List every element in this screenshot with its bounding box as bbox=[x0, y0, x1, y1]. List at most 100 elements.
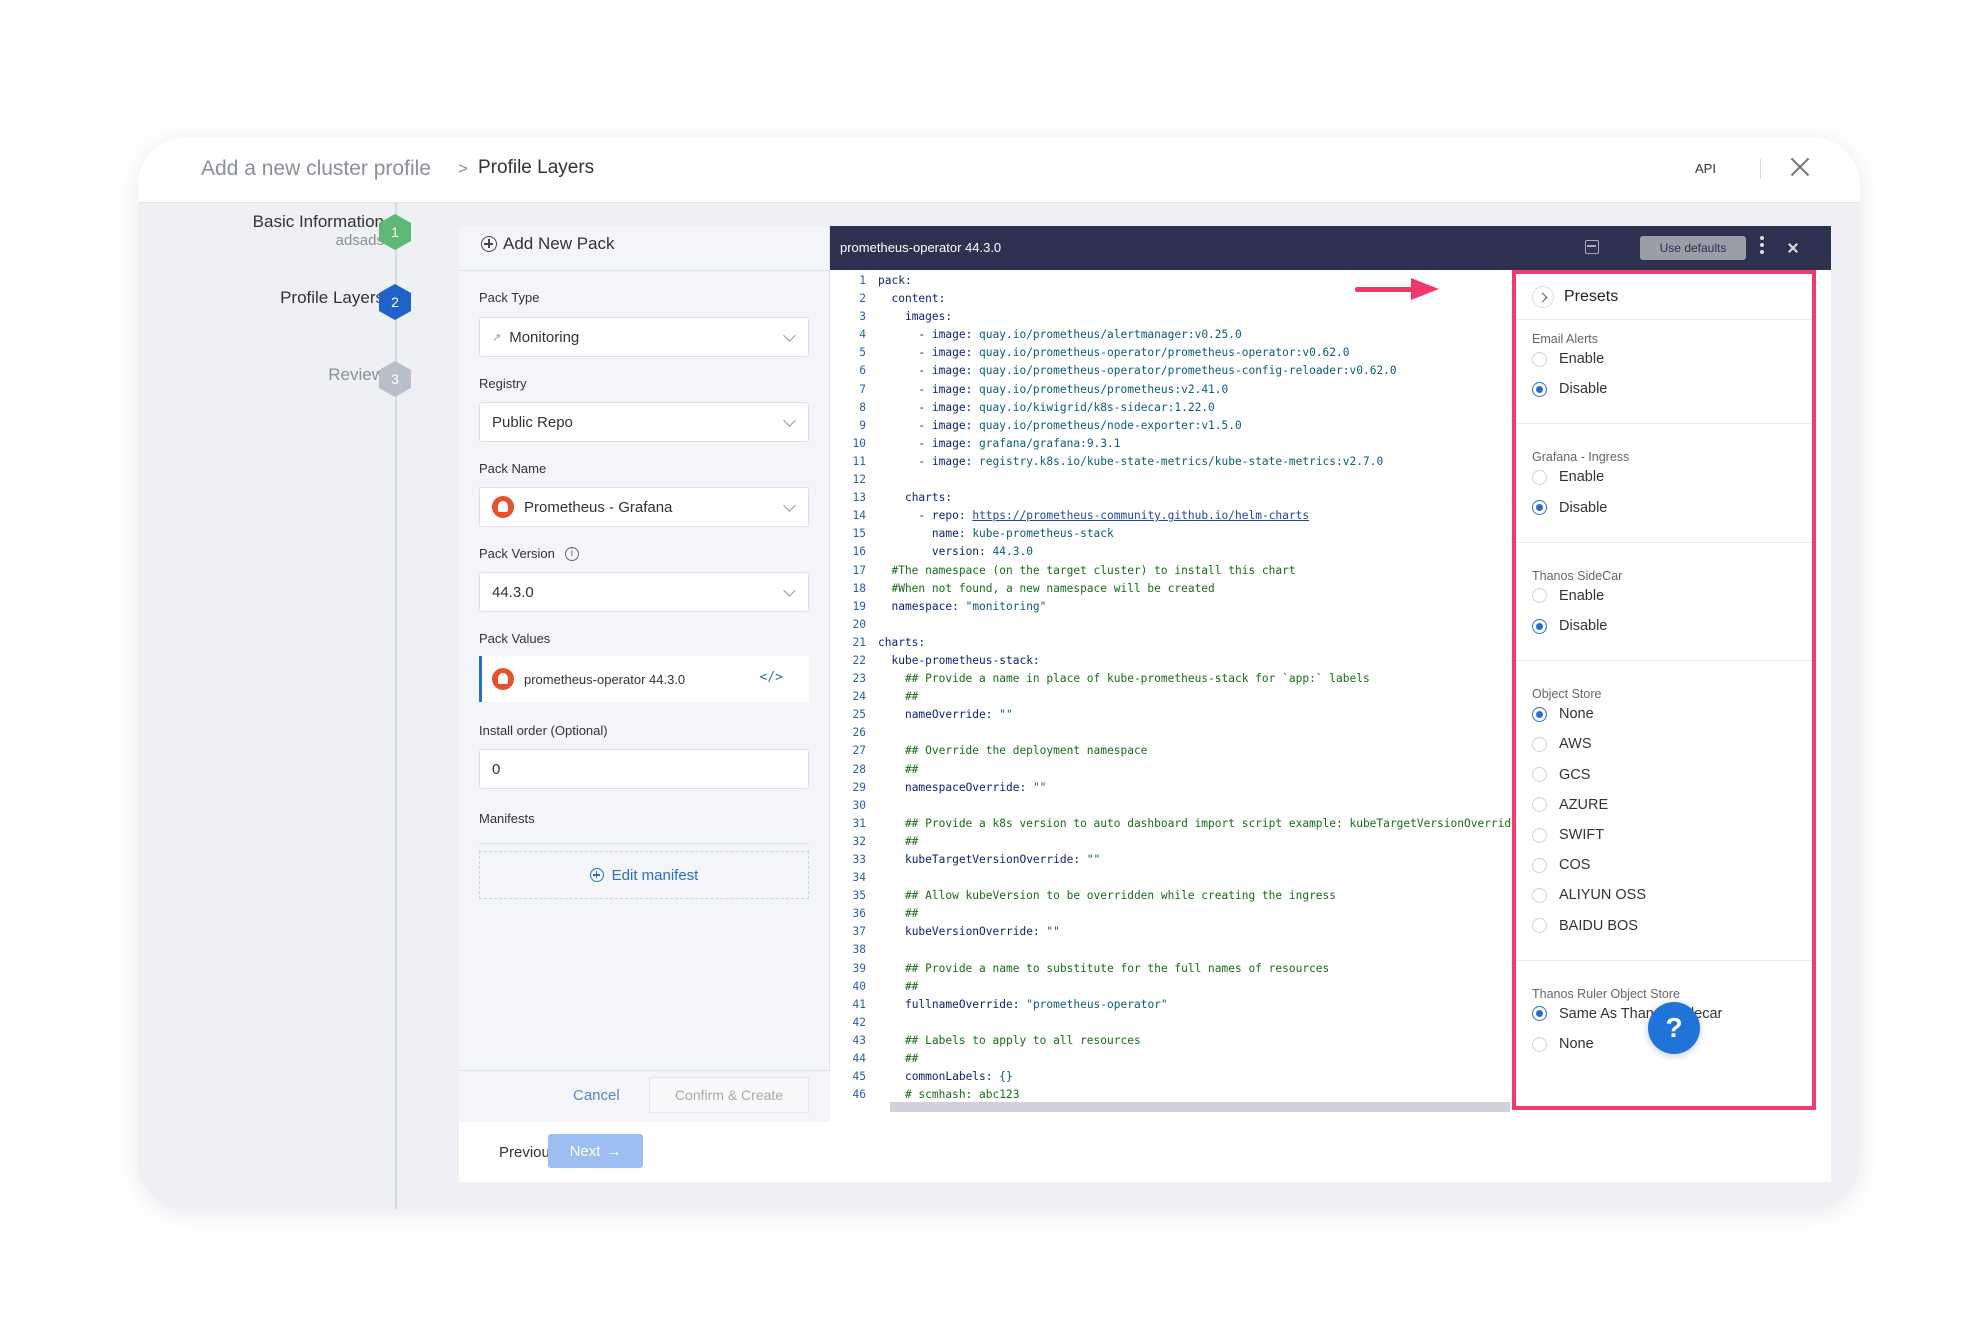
line-number: 38 bbox=[852, 943, 866, 957]
install-order-input[interactable]: 0 bbox=[479, 749, 809, 789]
line-content bbox=[866, 471, 878, 489]
step-label-review[interactable]: Review bbox=[328, 365, 384, 385]
preset-option[interactable]: None bbox=[1532, 706, 1594, 722]
preset-option[interactable]: ALIYUN OSS bbox=[1532, 887, 1646, 903]
line-number: 21 bbox=[852, 635, 866, 649]
presets-panel: Presets Email Alerts Enable Disable Grafana… bbox=[1512, 270, 1816, 1110]
step-label-profile-layers[interactable]: Profile Layers bbox=[280, 288, 384, 308]
radio-button[interactable] bbox=[1532, 736, 1547, 752]
preset-option[interactable]: AWS bbox=[1532, 736, 1592, 752]
line-number: 35 bbox=[852, 889, 866, 903]
radio-button[interactable] bbox=[1532, 351, 1547, 367]
editor-toolbar: prometheus-operator 44.3.0 Use defaults bbox=[830, 226, 1831, 270]
radio-button[interactable] bbox=[1532, 588, 1547, 604]
add-pack-form: Add New Pack Pack Type ↗ Monitoring Regi… bbox=[459, 226, 830, 1122]
pack-version-value: 44.3.0 bbox=[492, 583, 534, 601]
radio-button[interactable] bbox=[1532, 887, 1547, 903]
api-button[interactable]: API bbox=[1695, 161, 1716, 176]
preset-option[interactable]: GCS bbox=[1532, 767, 1590, 783]
wizard-card: Add a new cluster profile > Profile Laye… bbox=[138, 137, 1860, 1209]
preset-option[interactable]: Disable bbox=[1532, 618, 1607, 634]
code-line: 6 - image: quay.io/prometheus-operator/p… bbox=[830, 362, 1512, 380]
code-line: 19 namespace: "monitoring" bbox=[830, 598, 1512, 616]
line-content: - image: quay.io/prometheus/prometheus:v… bbox=[878, 382, 1229, 396]
preset-option-label: None bbox=[1559, 1036, 1594, 1052]
info-icon[interactable]: i bbox=[564, 546, 579, 561]
code-line: 32 ## bbox=[830, 833, 1512, 851]
close-icon[interactable] bbox=[1786, 153, 1814, 181]
line-content: ## Provide a name in place of kube-prome… bbox=[878, 672, 1370, 686]
line-number: 40 bbox=[852, 979, 866, 993]
radio-button[interactable] bbox=[1532, 1006, 1547, 1022]
radio-button[interactable] bbox=[1532, 918, 1547, 934]
line-number: 19 bbox=[852, 599, 866, 613]
radio-button[interactable] bbox=[1532, 857, 1547, 873]
radio-button[interactable] bbox=[1532, 500, 1547, 516]
registry-select[interactable]: Public Repo bbox=[479, 402, 809, 442]
preset-option[interactable]: BAIDU BOS bbox=[1532, 918, 1638, 934]
code-line: 30 bbox=[830, 797, 1512, 815]
pack-name-select[interactable]: Prometheus - Grafana bbox=[479, 487, 809, 527]
use-defaults-button[interactable]: Use defaults bbox=[1640, 236, 1746, 260]
preset-option[interactable]: AZURE bbox=[1532, 797, 1608, 813]
cancel-button[interactable]: Cancel bbox=[573, 1087, 620, 1104]
radio-button[interactable] bbox=[1532, 797, 1547, 813]
confirm-create-button[interactable]: Confirm & Create bbox=[649, 1077, 809, 1113]
radio-button[interactable] bbox=[1532, 827, 1547, 843]
radio-button[interactable] bbox=[1532, 1036, 1547, 1052]
preset-option[interactable]: Enable bbox=[1532, 469, 1604, 485]
chevron-right-icon[interactable] bbox=[1532, 286, 1554, 308]
code-line: 26 bbox=[830, 724, 1512, 742]
preset-option[interactable]: SWIFT bbox=[1532, 827, 1604, 843]
more-options-icon[interactable] bbox=[1760, 236, 1764, 256]
pack-values-item[interactable]: prometheus-operator 44.3.0 </> bbox=[479, 656, 809, 702]
preset-option[interactable]: Enable bbox=[1532, 588, 1604, 604]
preset-group-label: Thanos Ruler Object Store bbox=[1532, 986, 1680, 1001]
preset-option-label: COS bbox=[1559, 857, 1591, 874]
radio-button[interactable] bbox=[1532, 706, 1547, 722]
step-label-basic-information[interactable]: Basic Information bbox=[253, 212, 384, 232]
help-button[interactable]: ? bbox=[1648, 1002, 1700, 1054]
code-line: 25 nameOverride: "" bbox=[830, 706, 1512, 724]
preset-group-divider bbox=[1516, 541, 1812, 543]
code-icon[interactable]: </> bbox=[760, 670, 783, 685]
line-content: ## Override the deployment namespace bbox=[878, 744, 1148, 758]
form-title: Add New Pack bbox=[481, 234, 615, 254]
next-button[interactable]: Next → bbox=[548, 1134, 643, 1168]
breadcrumb-parent[interactable]: Add a new cluster profile bbox=[201, 157, 431, 181]
preset-group-label: Email Alerts bbox=[1532, 332, 1598, 346]
code-area[interactable]: 1 pack: 2 content: 3 images: 4 - image: quay… bbox=[830, 272, 1512, 1102]
code-line: 12 bbox=[830, 471, 1512, 489]
preset-option[interactable]: Enable bbox=[1532, 351, 1604, 367]
line-content: content: bbox=[891, 292, 946, 306]
horizontal-scrollbar[interactable] bbox=[890, 1102, 1510, 1112]
code-line: 43 ## Labels to apply to all resources bbox=[830, 1032, 1512, 1050]
pack-version-select[interactable]: 44.3.0 bbox=[479, 572, 809, 612]
line-number: 37 bbox=[852, 925, 866, 939]
code-line: 7 - image: quay.io/prometheus/prometheus… bbox=[830, 381, 1512, 399]
line-content: #When not found, a new namespace will be… bbox=[878, 581, 1215, 595]
preset-option[interactable]: COS bbox=[1532, 857, 1590, 873]
preset-option-label: Disable bbox=[1559, 618, 1608, 634]
radio-button[interactable] bbox=[1532, 767, 1547, 783]
line-number: 10 bbox=[852, 436, 866, 450]
close-icon[interactable] bbox=[1785, 240, 1801, 256]
radio-button[interactable] bbox=[1532, 381, 1547, 397]
line-number: 2 bbox=[859, 292, 866, 306]
chevron-down-icon bbox=[783, 329, 796, 342]
edit-manifest-button[interactable]: Edit manifest bbox=[479, 851, 809, 899]
code-line: 38 bbox=[830, 941, 1512, 959]
line-content: #The namespace (on the target cluster) t… bbox=[878, 563, 1296, 577]
edit-manifest-text: Edit manifest bbox=[611, 866, 699, 884]
presets-header: Presets bbox=[1516, 274, 1812, 320]
preset-option[interactable]: Disable bbox=[1532, 381, 1607, 397]
radio-button[interactable] bbox=[1532, 618, 1547, 634]
line-content: charts: bbox=[904, 491, 953, 505]
pack-type-select[interactable]: ↗ Monitoring bbox=[479, 317, 809, 357]
diff-icon[interactable] bbox=[1585, 240, 1599, 254]
line-number: 45 bbox=[852, 1070, 866, 1084]
preset-option[interactable]: None bbox=[1532, 1036, 1594, 1052]
preset-option[interactable]: Disable bbox=[1532, 500, 1607, 516]
line-content: ## bbox=[878, 690, 919, 704]
radio-button[interactable] bbox=[1532, 469, 1547, 485]
